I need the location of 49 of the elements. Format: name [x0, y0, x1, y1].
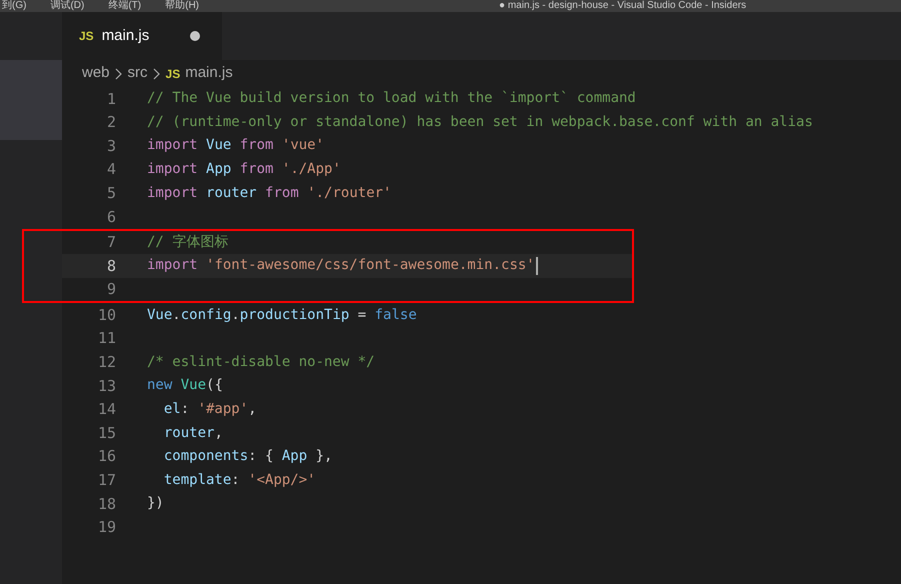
code-line: // 字体图标 — [147, 232, 228, 252]
window-title: ● main.js - design-house - Visual Studio Code - Insiders — [499, 1, 746, 11]
code-line: /* eslint-disable no-new */ — [147, 352, 375, 372]
line-number: 19 — [96, 517, 116, 538]
line-number: 9 — [106, 279, 116, 300]
line-number: 10 — [96, 304, 116, 326]
line-number: 3 — [106, 136, 116, 157]
chevron-right-icon — [152, 68, 161, 80]
selected-sidebar-item[interactable] — [0, 60, 62, 140]
code-line: // The Vue build version to load with the `import` command — [147, 89, 636, 108]
code-line: // (runtime-only or standalone) has been set in webpack.base.conf with an alias — [147, 112, 813, 132]
code-line: router, — [162, 424, 223, 443]
code-line: template: '<App/>' — [162, 470, 316, 490]
menu-item[interactable]: 到(G) — [2, 1, 26, 11]
line-number: 4 — [106, 159, 116, 180]
line-number: 12 — [96, 352, 116, 374]
menu-item[interactable]: 调试(D) — [50, 1, 84, 11]
line-number: 5 — [106, 182, 116, 204]
breadcrumb-item[interactable]: src — [128, 62, 148, 85]
line-number: 7 — [106, 232, 116, 254]
line-number: 17 — [96, 470, 116, 492]
menu-item[interactable]: 终端(T) — [108, 1, 142, 11]
line-number: 16 — [96, 446, 116, 468]
editor-tab[interactable]: JS main.js — [62, 12, 222, 60]
js-file-icon: JS — [79, 27, 94, 45]
line-number: 11 — [96, 328, 116, 350]
code-line: import 'font-awesome/css/font-awesome.min.css' — [147, 256, 535, 276]
chevron-right-icon — [114, 68, 123, 80]
line-number: 6 — [106, 206, 116, 228]
text-cursor — [536, 256, 538, 275]
code-line: import Vue from 'vue' — [147, 136, 324, 156]
code-line: new Vue({ — [147, 376, 223, 396]
code-line: Vue.config.productionTip = false — [147, 306, 417, 325]
line-number: 14 — [96, 399, 116, 420]
line-number: 15 — [96, 422, 116, 444]
line-number: 13 — [96, 376, 116, 397]
breadcrumb-item[interactable]: main.js — [185, 62, 233, 85]
code-line: el: '#app', — [162, 400, 257, 420]
code-line: components: { App }, — [162, 447, 332, 466]
line-number: 8 — [106, 256, 116, 277]
code-line: }) — [147, 494, 164, 514]
line-number: 2 — [106, 112, 116, 134]
js-file-icon: JS — [166, 64, 180, 82]
line-number: 1 — [106, 88, 116, 110]
line-number: 18 — [96, 494, 116, 515]
menu-item[interactable]: 帮助(H) — [165, 1, 200, 11]
code-line: import App from './App' — [147, 160, 341, 180]
code-line: import router from './router' — [147, 184, 392, 203]
breadcrumb-item[interactable]: web — [82, 62, 110, 85]
